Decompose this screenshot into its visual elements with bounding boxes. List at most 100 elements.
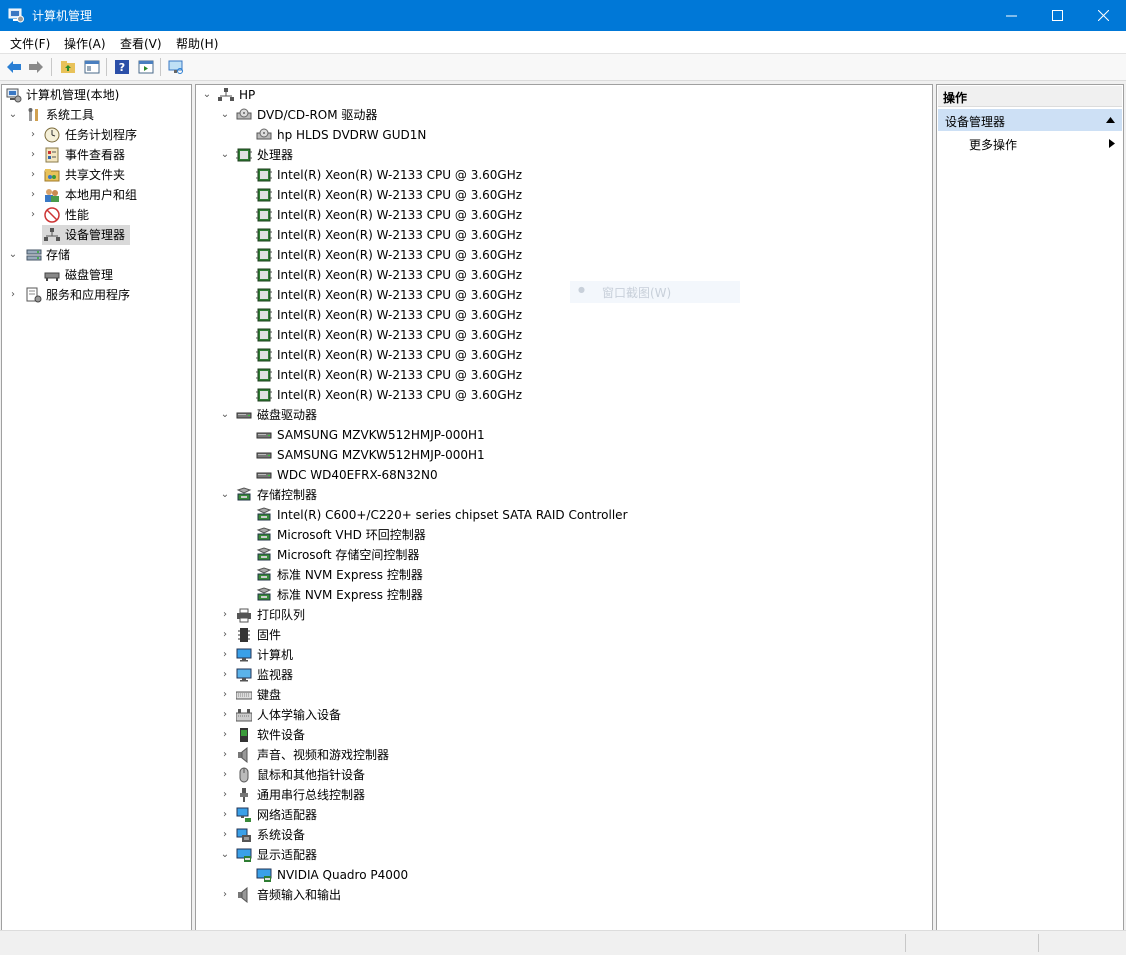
maximize-button[interactable] — [1034, 0, 1080, 31]
up-level-button[interactable] — [58, 57, 78, 77]
tree-label: 设备管理器 — [65, 228, 126, 242]
chevron-right-icon[interactable]: › — [220, 885, 230, 905]
close-button[interactable] — [1080, 0, 1126, 31]
device-item-row[interactable]: Intel(R) Xeon(R) W-2133 CPU @ 3.60GHz — [196, 305, 930, 325]
chevron-down-icon[interactable]: ⌄ — [220, 405, 230, 425]
device-item-row[interactable]: 标准 NVM Express 控制器 — [196, 565, 930, 585]
device-item-row[interactable]: WDC WD40EFRX-68N32N0 — [196, 465, 930, 485]
chevron-down-icon[interactable]: ⌄ — [202, 85, 212, 105]
device-item-row[interactable]: Intel(R) Xeon(R) W-2133 CPU @ 3.60GHz — [196, 385, 930, 405]
device-item-row[interactable]: 标准 NVM Express 控制器 — [196, 585, 930, 605]
chevron-right-icon[interactable]: › — [220, 745, 230, 765]
action-section-device-manager[interactable]: 设备管理器 — [938, 109, 1122, 131]
minimize-button[interactable] — [988, 0, 1034, 31]
device-item-row[interactable]: Intel(R) C600+/C220+ series chipset SATA… — [196, 505, 930, 525]
chevron-right-icon[interactable]: › — [220, 805, 230, 825]
device-category-row[interactable]: ⌄ DVD/CD-ROM 驱动器 — [196, 105, 930, 125]
chevron-right-icon[interactable]: › — [28, 205, 38, 225]
device-item-row[interactable]: Intel(R) Xeon(R) W-2133 CPU @ 3.60GHz — [196, 345, 930, 365]
action-more-actions[interactable]: 更多操作 — [938, 133, 1122, 153]
device-category-row[interactable]: › 系统设备 — [196, 825, 930, 845]
device-item-row[interactable]: hp HLDS DVDRW GUD1N — [196, 125, 930, 145]
device-category-row[interactable]: › 固件 — [196, 625, 930, 645]
chevron-right-icon[interactable]: › — [220, 765, 230, 785]
device-item-row[interactable]: Intel(R) Xeon(R) W-2133 CPU @ 3.60GHz — [196, 185, 930, 205]
device-item-row[interactable]: Intel(R) Xeon(R) W-2133 CPU @ 3.60GHz — [196, 265, 930, 285]
show-console-tree-button[interactable] — [82, 57, 102, 77]
device-category-row[interactable]: ⌄ 显示适配器 — [196, 845, 930, 865]
chevron-right-icon[interactable]: › — [220, 785, 230, 805]
device-item-row[interactable]: Intel(R) Xeon(R) W-2133 CPU @ 3.60GHz — [196, 285, 930, 305]
chevron-down-icon[interactable]: ⌄ — [220, 105, 230, 125]
tree-item-task-scheduler[interactable]: › 任务计划程序 — [2, 125, 189, 145]
device-item-row[interactable]: Intel(R) Xeon(R) W-2133 CPU @ 3.60GHz — [196, 245, 930, 265]
device-category-row[interactable]: ⌄ 处理器 — [196, 145, 930, 165]
chevron-right-icon[interactable]: › — [220, 665, 230, 685]
disk-icon — [256, 432, 272, 439]
device-category-row[interactable]: › 音频输入和输出 — [196, 885, 930, 905]
device-category-row[interactable]: › 监视器 — [196, 665, 930, 685]
device-category-row[interactable]: › 网络适配器 — [196, 805, 930, 825]
menu-action[interactable]: 操作(A) — [64, 35, 106, 52]
chevron-right-icon[interactable]: › — [220, 645, 230, 665]
back-button[interactable] — [4, 57, 24, 77]
device-item-row[interactable]: Intel(R) Xeon(R) W-2133 CPU @ 3.60GHz — [196, 325, 930, 345]
tree-item-event-viewer[interactable]: › 事件查看器 — [2, 145, 189, 165]
device-category-row[interactable]: › 声音、视频和游戏控制器 — [196, 745, 930, 765]
device-item-row[interactable]: Intel(R) Xeon(R) W-2133 CPU @ 3.60GHz — [196, 205, 930, 225]
chevron-down-icon[interactable]: ⌄ — [220, 145, 230, 165]
tree-item-services-applications[interactable]: › 服务和应用程序 — [2, 285, 189, 305]
menu-view[interactable]: 查看(V) — [120, 35, 162, 52]
device-item-row[interactable]: SAMSUNG MZVKW512HMJP-000H1 — [196, 425, 930, 445]
device-category-row[interactable]: › 打印队列 — [196, 605, 930, 625]
chevron-right-icon[interactable]: › — [220, 825, 230, 845]
scan-hardware-button[interactable] — [166, 57, 186, 77]
chevron-down-icon[interactable]: ⌄ — [8, 105, 18, 125]
tree-item-storage[interactable]: ⌄ 存储 — [2, 245, 189, 265]
chevron-right-icon[interactable]: › — [28, 125, 38, 145]
chevron-right-icon[interactable]: › — [8, 285, 18, 305]
forward-button[interactable] — [26, 57, 46, 77]
device-category-row[interactable]: › 软件设备 — [196, 725, 930, 745]
tree-item-computer-management[interactable]: 计算机管理(本地) — [2, 85, 189, 105]
device-category-row[interactable]: › 通用串行总线控制器 — [196, 785, 930, 805]
device-category-row[interactable]: › 人体学输入设备 — [196, 705, 930, 725]
device-item-row[interactable]: Microsoft 存储空间控制器 — [196, 545, 930, 565]
tree-item-disk-management[interactable]: 磁盘管理 — [2, 265, 189, 285]
chevron-down-icon[interactable]: ⌄ — [220, 485, 230, 505]
device-category-row[interactable]: ⌄ 磁盘驱动器 — [196, 405, 930, 425]
show-action-pane-button[interactable] — [136, 57, 156, 77]
device-item-row[interactable]: NVIDIA Quadro P4000 — [196, 865, 930, 885]
tree-item-shared-folders[interactable]: › 共享文件夹 — [2, 165, 189, 185]
device-category-row[interactable]: ⌄ 存储控制器 — [196, 485, 930, 505]
chevron-right-icon[interactable]: › — [28, 145, 38, 165]
device-item-row[interactable]: Microsoft VHD 环回控制器 — [196, 525, 930, 545]
chevron-down-icon[interactable]: ⌄ — [8, 245, 18, 265]
chevron-right-icon[interactable]: › — [28, 165, 38, 185]
device-tree-root[interactable]: ⌄ HP — [196, 85, 930, 105]
tree-item-performance[interactable]: › 性能 — [2, 205, 189, 225]
device-item-row[interactable]: Intel(R) Xeon(R) W-2133 CPU @ 3.60GHz — [196, 365, 930, 385]
device-category-row[interactable]: › 鼠标和其他指针设备 — [196, 765, 930, 785]
menu-help[interactable]: 帮助(H) — [176, 35, 218, 52]
tree-item-local-users-groups[interactable]: › 本地用户和组 — [2, 185, 189, 205]
collapse-up-icon[interactable] — [1106, 117, 1115, 123]
device-item-row[interactable]: Intel(R) Xeon(R) W-2133 CPU @ 3.60GHz — [196, 225, 930, 245]
chevron-right-icon[interactable]: › — [220, 685, 230, 705]
chevron-right-icon[interactable]: › — [220, 605, 230, 625]
chevron-right-icon[interactable]: › — [220, 625, 230, 645]
device-item-row[interactable]: SAMSUNG MZVKW512HMJP-000H1 — [196, 445, 930, 465]
menu-file[interactable]: 文件(F) — [10, 35, 50, 52]
device-category-label: 处理器 — [257, 148, 294, 162]
chevron-right-icon[interactable]: › — [28, 185, 38, 205]
device-item-row[interactable]: Intel(R) Xeon(R) W-2133 CPU @ 3.60GHz — [196, 165, 930, 185]
device-category-row[interactable]: › 键盘 — [196, 685, 930, 705]
tree-item-device-manager[interactable]: 设备管理器 — [2, 225, 189, 245]
device-item-label: 标准 NVM Express 控制器 — [277, 588, 423, 602]
chevron-right-icon[interactable]: › — [220, 725, 230, 745]
tree-item-system-tools[interactable]: ⌄ 系统工具 — [2, 105, 189, 125]
help-button[interactable]: ? — [112, 57, 132, 77]
chevron-right-icon[interactable]: › — [220, 705, 230, 725]
device-category-row[interactable]: › 计算机 — [196, 645, 930, 665]
chevron-down-icon[interactable]: ⌄ — [220, 845, 230, 865]
